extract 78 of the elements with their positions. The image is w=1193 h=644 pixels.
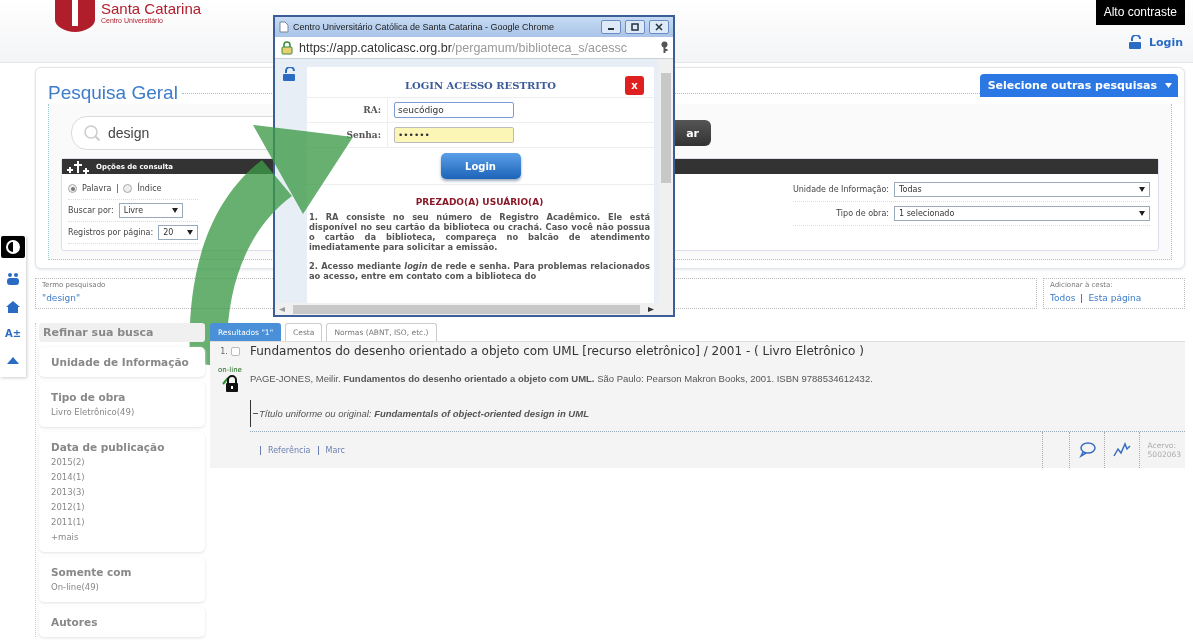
- caret-icon: [1139, 187, 1145, 192]
- filter-title: Data de publicação: [51, 440, 166, 454]
- password-field[interactable]: ••••••: [394, 127, 514, 143]
- comment-icon[interactable]: [1077, 442, 1096, 458]
- other-searches-button[interactable]: Selecione outras pesquisas: [979, 74, 1178, 97]
- padlock-icon: [279, 40, 295, 55]
- search-term: "design": [42, 293, 82, 303]
- login-link[interactable]: Login: [1128, 35, 1183, 49]
- dropdown[interactable]: Todas: [894, 182, 1150, 197]
- dropdown[interactable]: Livre: [118, 203, 183, 218]
- shield-logo-icon: [55, 0, 95, 32]
- padlock-icon: [221, 374, 239, 392]
- horizontal-scrollbar[interactable]: [275, 303, 658, 315]
- notice-paragraph: 2. Acesso mediante login de rede e senha. Para problemas relacionados ao acesso, entre em contato com a biblioteca do: [309, 261, 650, 281]
- dialog-heading: LOGIN ACESSO RESTRITO: [404, 79, 557, 91]
- field-label: Tipo de obra:: [836, 209, 889, 218]
- key-icon: [660, 41, 669, 54]
- checkbox[interactable]: [230, 347, 240, 356]
- record-link[interactable]: Referência: [260, 445, 318, 455]
- field-label: Senha:: [346, 130, 381, 140]
- radio-label: Palavra: [82, 184, 119, 193]
- notice-paragraph: 1. RA consiste no seu número de Registro Acadêmico. Ele está disponível no seu cartão da biblioteca ou crachá. Caso você não possua o cartão da biblioteca, compareça no balcão de atendimento imediatamente para solicitar a emissão.: [309, 212, 650, 252]
- filter-link[interactable]: 2015(2): [51, 455, 197, 469]
- filter-link[interactable]: 2012(1): [51, 500, 197, 514]
- filter-link[interactable]: On-line(49): [51, 580, 197, 594]
- filter-title: Unidade de Informação: [51, 355, 190, 369]
- home-icon[interactable]: [5, 300, 21, 314]
- close-icon: [654, 23, 664, 31]
- uniform-title: Título uniforme ou original: Fundamentals of object-oriented design in UML: [259, 408, 589, 419]
- caret-icon: [1165, 83, 1172, 88]
- filter-link[interactable]: Livro Eletrônico(49): [51, 405, 197, 419]
- panel-title: Pesquisa Geral: [47, 81, 179, 104]
- filter-title: Tipo de obra: [51, 390, 127, 404]
- high-contrast-button[interactable]: Alto contraste: [1095, 0, 1185, 25]
- filter-link[interactable]: 2014(1): [51, 470, 197, 484]
- caret-icon: [1139, 211, 1145, 216]
- dropdown[interactable]: 1 selecionado: [894, 206, 1150, 221]
- basket-link[interactable]: Esta página: [1082, 293, 1148, 303]
- filter-link[interactable]: 2011(1): [51, 515, 197, 529]
- filter-title: Somente com: [51, 565, 133, 579]
- caret-icon: [187, 230, 194, 235]
- right-arrow-icon[interactable]: [648, 306, 654, 312]
- page-icon: [279, 21, 289, 33]
- vertical-scrollbar[interactable]: [658, 59, 673, 315]
- basket-link[interactable]: Todos: [1050, 293, 1083, 303]
- close-button[interactable]: x: [625, 76, 644, 95]
- dropdown[interactable]: 20: [158, 225, 199, 240]
- radio-button[interactable]: [68, 184, 77, 193]
- field-label: Buscar por:: [68, 206, 114, 215]
- radio-button[interactable]: [123, 184, 133, 193]
- contrast-button[interactable]: [1, 236, 25, 258]
- maximize-icon: [630, 23, 640, 31]
- field-label: Registros por página:: [68, 228, 154, 237]
- field-label: RA:: [363, 105, 381, 115]
- minimize-button[interactable]: [601, 20, 621, 34]
- contrast-icon: [5, 240, 21, 254]
- record-link[interactable]: Marc: [317, 445, 352, 455]
- field-label: Unidade de Informação:: [792, 185, 889, 194]
- maximize-button[interactable]: [625, 20, 645, 34]
- font-size-button[interactable]: A±: [4, 328, 22, 339]
- line-chart-icon[interactable]: [1112, 442, 1131, 458]
- refine-heading: Refinar sua busca: [39, 323, 205, 342]
- radio-label: Índice: [137, 184, 163, 193]
- result-title[interactable]: Fundamentos do desenho orientado a objeto com UML [recurso eletrônico] / 2001 - ( Livro Eletrônico ): [250, 342, 1185, 358]
- result-number: 1.: [220, 347, 228, 356]
- notice-title: PREZADO(A) USUÁRIO(A): [414, 197, 545, 207]
- url-text: https://app.catolicasc.org.br/pergamum/biblioteca_s/acessc: [299, 40, 628, 55]
- close-button[interactable]: [649, 20, 669, 34]
- search-icon: [83, 124, 101, 142]
- caret-icon: [171, 208, 178, 213]
- filter-link[interactable]: +mais: [51, 530, 197, 544]
- filter-link[interactable]: 2013(3): [51, 485, 197, 499]
- login-button[interactable]: Login: [440, 153, 521, 179]
- logo-text: Santa Catarina: [101, 1, 202, 16]
- filter-title: Autores: [51, 615, 99, 629]
- window-title: Centro Universitário Católica de Santa Catarina - Google Chrome: [293, 22, 556, 32]
- input-field[interactable]: seucódigo: [394, 102, 514, 118]
- citation: PAGE-JONES, Meilir. Fundamentos do desenho orientado a objeto com UML. São Paulo: Pearson Makron Books, 2001. ISBN 9788534612432.: [250, 373, 874, 384]
